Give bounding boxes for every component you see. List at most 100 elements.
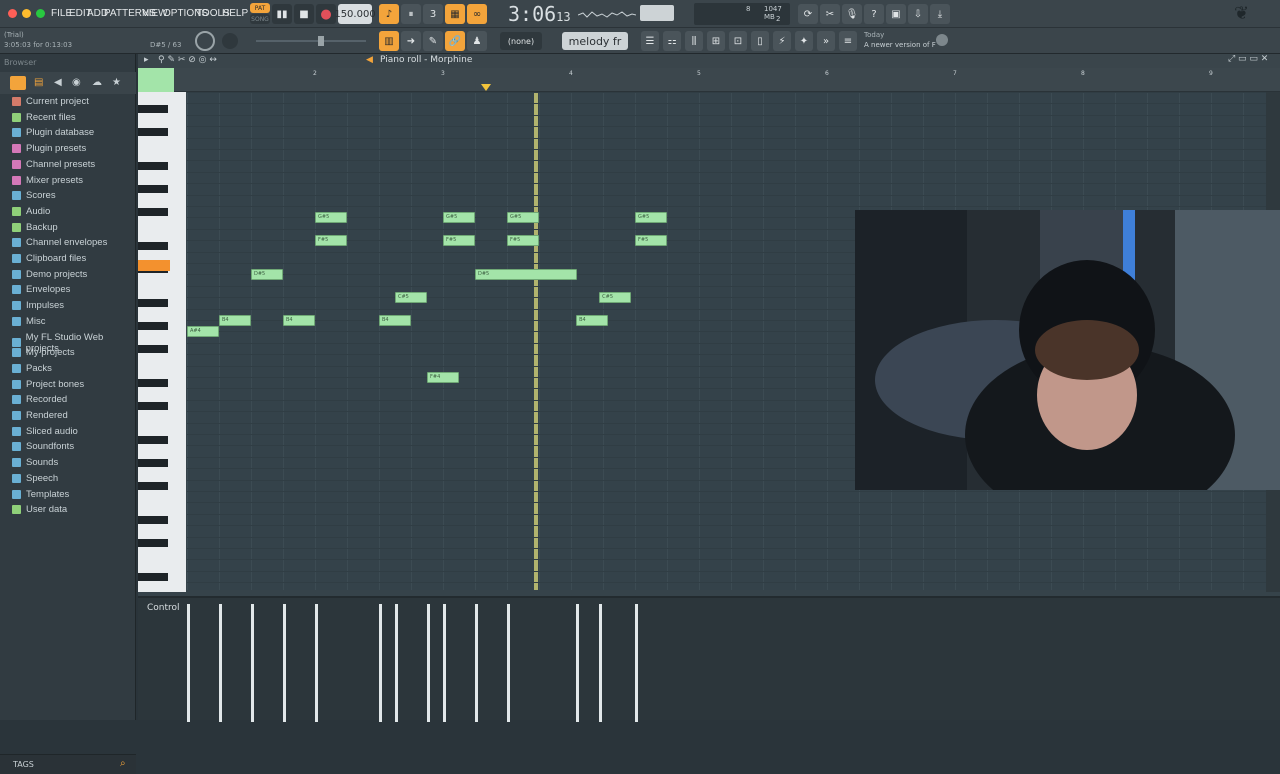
tempo-display[interactable]: 150.000	[334, 4, 376, 24]
note[interactable]: G#5	[315, 212, 347, 223]
master-volume-knob[interactable]	[195, 31, 215, 51]
browser-item[interactable]: My projects	[12, 347, 75, 358]
browser-item[interactable]: Mixer presets	[12, 175, 83, 186]
touch-controller-button[interactable]: ⚡	[773, 31, 791, 51]
browser-item[interactable]: Recent files	[12, 112, 76, 123]
piano-keyboard[interactable]	[138, 92, 186, 592]
browser-current-icon[interactable]: ▤	[34, 77, 43, 88]
note[interactable]: A#4	[187, 326, 219, 337]
mic-button[interactable]: 🎙	[842, 4, 862, 24]
playhead-marker[interactable]	[481, 84, 491, 91]
note[interactable]: F#5	[635, 234, 667, 246]
note[interactable]: G#5	[443, 212, 475, 223]
browser-item[interactable]: Impulses	[12, 300, 64, 311]
browser-cloud-icon[interactable]: ☁	[92, 77, 102, 88]
master-slider[interactable]	[256, 36, 366, 46]
black-key[interactable]	[138, 299, 168, 308]
cut-tool-button[interactable]: ✂	[820, 4, 840, 24]
browser-item[interactable]: Channel envelopes	[12, 237, 107, 248]
arrow-button[interactable]: ➜	[401, 31, 421, 51]
ghost-channel-icon[interactable]	[138, 68, 174, 92]
black-key[interactable]	[138, 242, 168, 251]
snap-select[interactable]: (none)	[500, 32, 542, 50]
search-icon[interactable]: ⌕	[120, 758, 126, 769]
note[interactable]: C#5	[599, 291, 632, 303]
browser-item[interactable]: Clipboard files	[12, 253, 86, 264]
piano-roll-menu-icon[interactable]: ▸	[144, 55, 149, 65]
note[interactable]: G#5	[507, 212, 539, 223]
stop-button[interactable]: ■	[294, 4, 314, 24]
browser-item[interactable]: Soundfonts	[12, 441, 74, 452]
browser-item[interactable]: Scores	[12, 190, 56, 201]
countdown-button[interactable]: 3	[423, 4, 443, 24]
time-ruler[interactable]: 2 3 4 5 6 7 8 9	[138, 68, 1280, 92]
render-button[interactable]: ⇩	[908, 4, 928, 24]
velocity-bar[interactable]	[283, 604, 286, 722]
velocity-bar[interactable]	[599, 604, 603, 722]
pattern-select[interactable]: melody fr	[562, 32, 628, 50]
minimize-window-icon[interactable]	[22, 9, 31, 18]
download-button[interactable]: ⤓	[930, 4, 950, 24]
highlighted-key[interactable]	[138, 260, 170, 271]
browser-item[interactable]: Audio	[12, 206, 50, 217]
loop-record-button[interactable]: ∞	[467, 4, 487, 24]
browser-button[interactable]: ⊞	[707, 31, 725, 51]
note[interactable]: B4	[576, 314, 609, 326]
browser-item[interactable]: Misc	[12, 316, 46, 327]
browser-item[interactable]: Speech	[12, 473, 58, 484]
notes-button[interactable]: ≡	[839, 31, 857, 51]
browser-all-icon[interactable]	[10, 76, 26, 90]
note[interactable]: F#5	[507, 234, 539, 246]
browser-item[interactable]: Plugin database	[12, 127, 94, 138]
undo-history-button[interactable]: ⟳	[798, 4, 818, 24]
metronome-button[interactable]: ♪	[379, 4, 399, 24]
record-button[interactable]: ●	[316, 4, 336, 24]
online-button[interactable]: »	[817, 31, 835, 51]
black-key[interactable]	[138, 322, 168, 330]
browser-item[interactable]: Recorded	[12, 394, 67, 405]
black-key[interactable]	[138, 458, 168, 467]
browser-item[interactable]: Packs	[12, 363, 52, 374]
blend-notes-button[interactable]: ▦	[445, 4, 465, 24]
velocity-bar[interactable]	[315, 604, 318, 722]
note[interactable]: F#5	[443, 234, 475, 246]
black-key[interactable]	[138, 379, 168, 387]
velocity-bar[interactable]	[475, 604, 478, 722]
maximize-window-icon[interactable]	[36, 9, 45, 18]
note[interactable]: B4	[379, 314, 411, 326]
black-key[interactable]	[138, 162, 168, 171]
piano-roll-tools[interactable]: ⚲ ✎ ✂ ⊘ ◎ ↔	[158, 55, 217, 65]
black-key[interactable]	[138, 538, 168, 547]
velocity-bar[interactable]	[427, 604, 430, 722]
note[interactable]: D#5	[475, 269, 578, 280]
browser-item[interactable]: Project bones	[12, 379, 84, 390]
browser-item[interactable]: Plugin presets	[12, 143, 86, 154]
browser-item[interactable]: Sounds	[12, 457, 58, 468]
velocity-bar[interactable]	[443, 604, 446, 722]
piano-roll-button[interactable]: ▥	[379, 31, 399, 51]
news-text[interactable]: A newer version of FL Studio i...	[864, 41, 936, 49]
close-window-icon[interactable]	[8, 9, 17, 18]
black-key[interactable]	[138, 515, 168, 524]
velocity-bar[interactable]	[635, 604, 638, 722]
black-key[interactable]	[138, 401, 168, 410]
black-key[interactable]	[138, 185, 168, 194]
pat-button[interactable]: PAT	[250, 3, 270, 13]
black-key[interactable]	[138, 436, 168, 444]
black-key[interactable]	[138, 105, 168, 114]
browser-item[interactable]: User data	[12, 504, 67, 515]
black-key[interactable]	[138, 344, 168, 353]
browser-item[interactable]: Templates	[12, 489, 69, 500]
browser-snap-icon[interactable]: ◉	[72, 77, 81, 88]
browser-item[interactable]: Envelopes	[12, 284, 70, 295]
master-pitch-knob[interactable]	[222, 33, 238, 49]
browser-item[interactable]: Rendered	[12, 410, 68, 421]
note[interactable]: D#5	[251, 269, 283, 280]
velocity-bar[interactable]	[251, 604, 254, 722]
browser-back-icon[interactable]: ◀	[54, 77, 62, 88]
black-key[interactable]	[138, 128, 168, 137]
play-button[interactable]: ▮▮	[272, 4, 292, 24]
control-label[interactable]: Control	[147, 603, 180, 613]
velocity-bar[interactable]	[187, 604, 190, 722]
note[interactable]: F#5	[315, 234, 347, 246]
